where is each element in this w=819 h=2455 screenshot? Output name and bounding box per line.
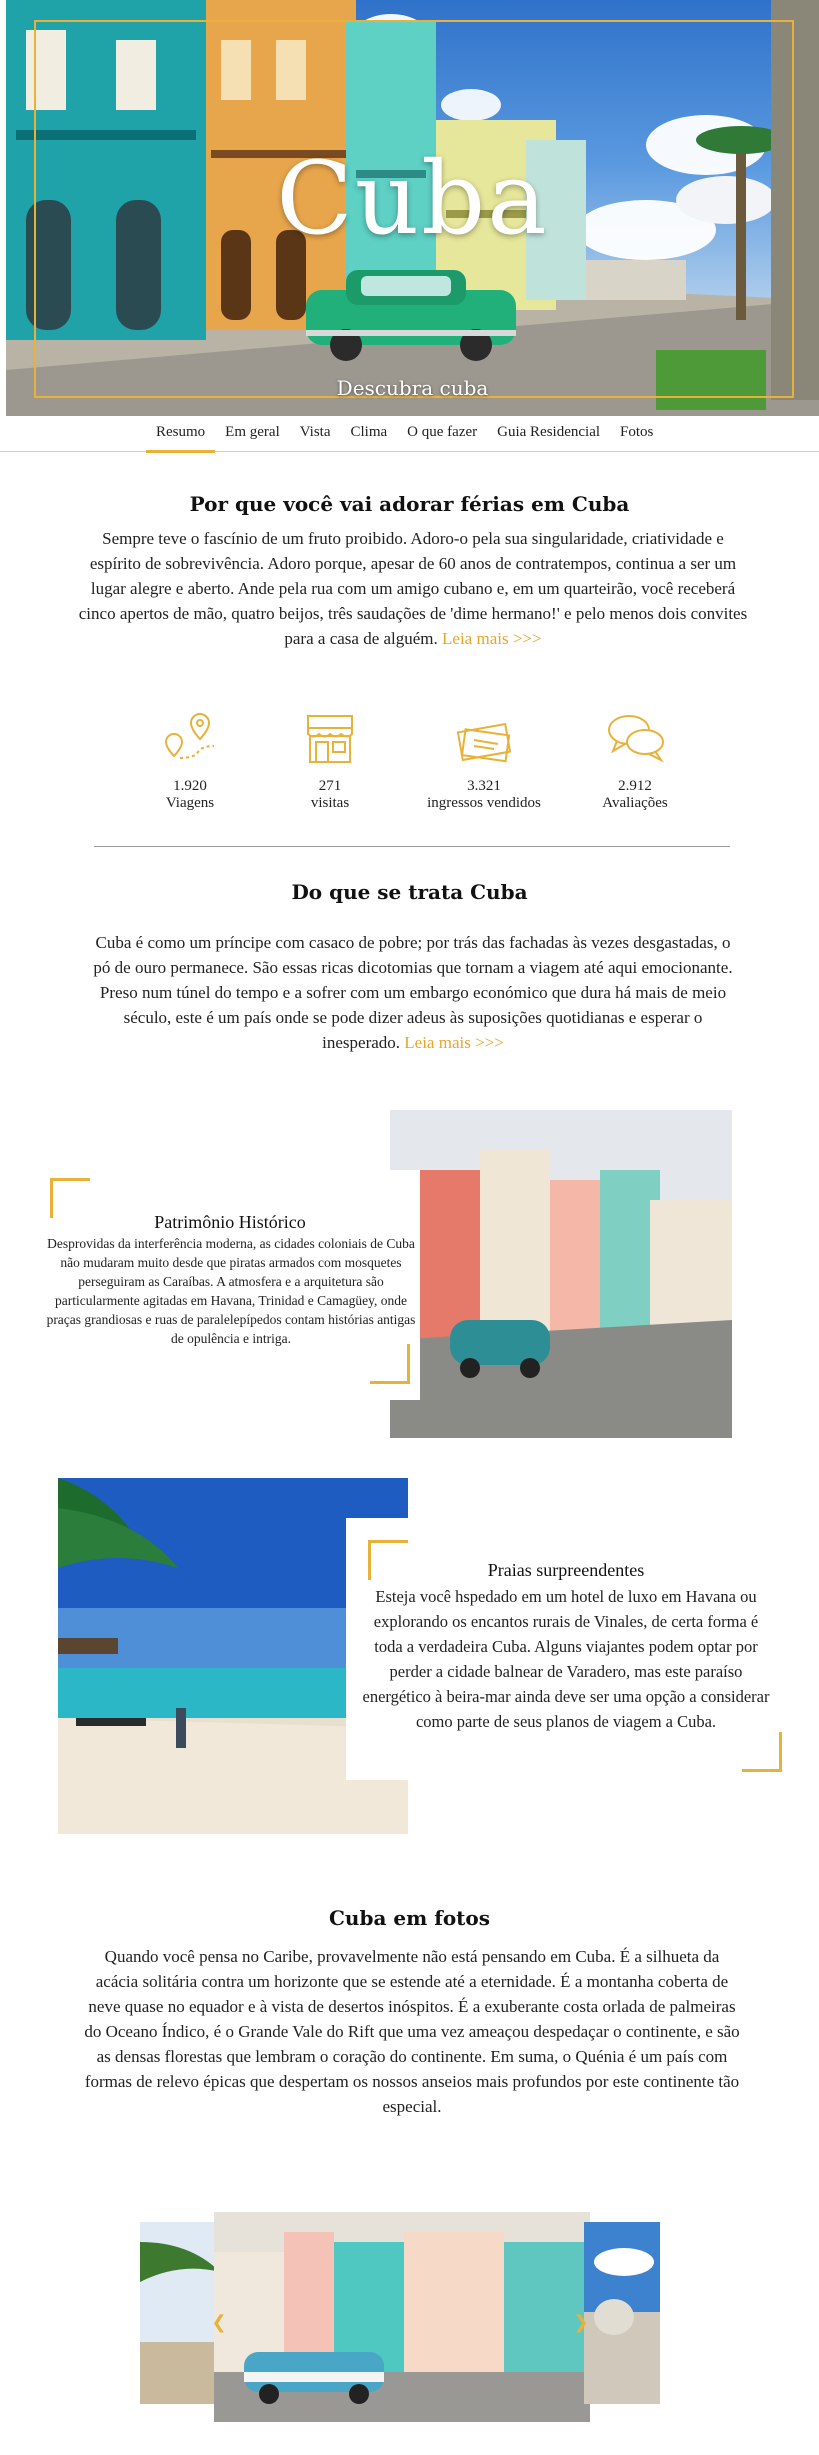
- stat-label: Avaliações: [602, 795, 668, 811]
- hero-subtitle: Descubra cuba: [336, 376, 489, 400]
- corner-accent-bottom-right: [742, 1732, 782, 1772]
- chat-bubbles-icon: [608, 715, 664, 763]
- tab-guia-residencial[interactable]: Guia Residencial: [487, 418, 610, 452]
- tab-em-geral[interactable]: Em geral: [215, 418, 290, 452]
- photos-text: Quando você pensa no Caribe, provavelmen…: [84, 1947, 740, 2116]
- carousel-next-image[interactable]: [584, 2222, 660, 2404]
- heritage-street-photo: [390, 1110, 732, 1438]
- tab-clima[interactable]: Clima: [341, 418, 398, 452]
- stat-value: 3.321: [467, 778, 501, 794]
- tab-vista[interactable]: Vista: [290, 418, 341, 452]
- map-pin-route-icon: [164, 712, 215, 759]
- stat-label: ingressos vendidos: [427, 795, 541, 811]
- hero-title: Cuba: [276, 140, 549, 257]
- stat-value: 2.912: [618, 778, 652, 794]
- about-read-more-link[interactable]: Leia mais >>>: [404, 1033, 504, 1052]
- why-text: Sempre teve o fascínio de um fruto proib…: [78, 529, 748, 648]
- stat-value: 1.920: [173, 778, 207, 794]
- corner-accent-bottom-right: [370, 1344, 410, 1384]
- stat-label: Viagens: [165, 795, 215, 811]
- storefront-icon: [307, 715, 353, 763]
- carousel-main-image[interactable]: [214, 2212, 590, 2422]
- tab-resumo[interactable]: Resumo: [146, 418, 216, 453]
- beaches-title: Praias surpreendentes: [487, 1560, 645, 1580]
- stat-viagens: 1.920 Viagens: [120, 708, 260, 812]
- nav-tabs: Resumo Em geral Vista Clima O que fazer …: [146, 418, 663, 453]
- beaches-text: Esteja você hspedado em um hotel de luxo…: [362, 1587, 770, 1731]
- stat-label: visitas: [310, 795, 350, 811]
- photos-heading: Cuba em fotos: [329, 1906, 490, 1930]
- heritage-card: Patrimônio Histórico Desprovidas da inte…: [40, 1170, 420, 1400]
- why-read-more-link[interactable]: Leia mais >>>: [442, 629, 542, 648]
- stats-row: 1.920 Viagens 271 visitas 3.321 ingresso…: [120, 708, 710, 828]
- carousel-next-arrow-icon[interactable]: ❯: [570, 2312, 592, 2334]
- hero-banner: Cuba Descubra cuba: [6, 0, 819, 416]
- carousel-prev-arrow-icon[interactable]: ❮: [208, 2312, 230, 2334]
- heritage-title: Patrimônio Histórico: [154, 1212, 306, 1232]
- why-paragraph: Sempre teve o fascínio de um fruto proib…: [78, 526, 748, 651]
- beaches-card: Praias surpreendentes Esteja você hspeda…: [346, 1518, 786, 1780]
- why-heading: Por que você vai adorar férias em Cuba: [189, 492, 630, 516]
- stat-visitas: 271 visitas: [260, 708, 400, 812]
- tab-o-que-fazer[interactable]: O que fazer: [397, 418, 487, 452]
- section-divider: [94, 846, 730, 847]
- about-heading: Do que se trata Cuba: [291, 880, 528, 904]
- stat-avaliacoes: 2.912 Avaliações: [565, 708, 705, 812]
- tab-fotos[interactable]: Fotos: [610, 418, 663, 452]
- stat-ingressos: 3.321 ingressos vendidos: [414, 712, 554, 812]
- tickets-icon: [456, 722, 512, 763]
- stat-value: 271: [318, 778, 342, 794]
- heritage-text: Desprovidas da interferência moderna, as…: [46, 1236, 416, 1346]
- section-nav: Resumo Em geral Vista Clima O que fazer …: [0, 418, 819, 453]
- photo-carousel: ❮ ❯: [140, 2212, 660, 2422]
- about-paragraph: Cuba é como um príncipe com casaco de po…: [90, 930, 736, 1055]
